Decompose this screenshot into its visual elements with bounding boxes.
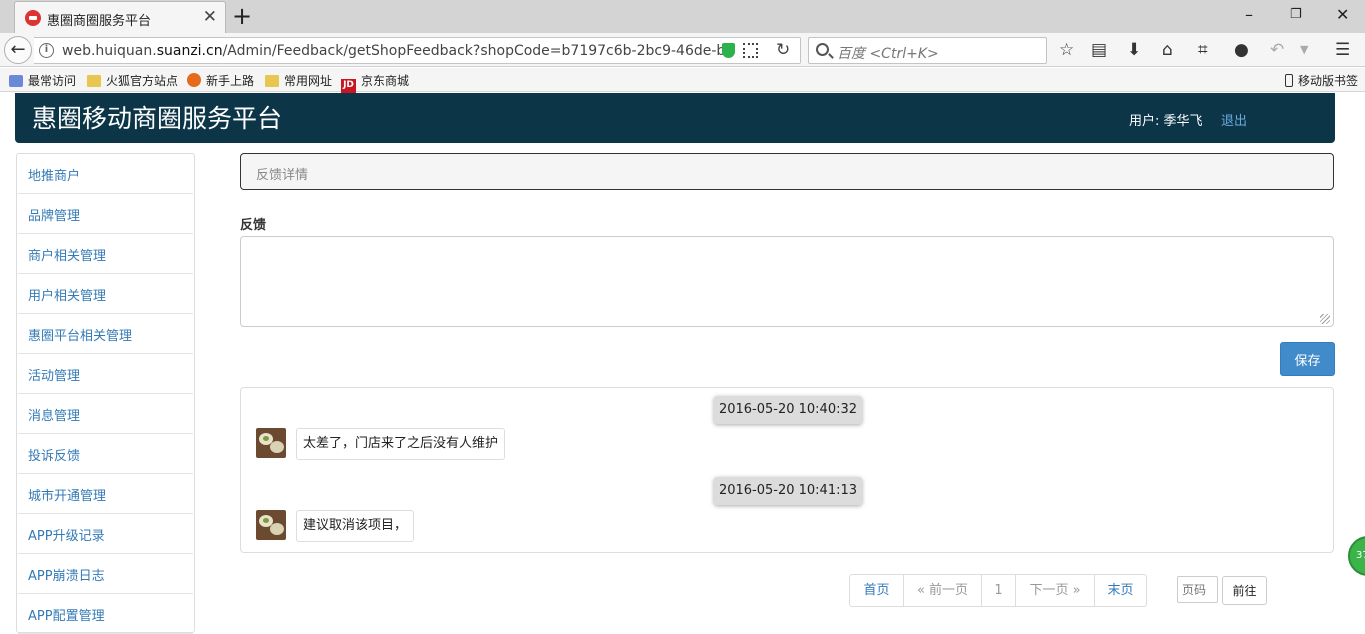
- site-title: 惠圈移动商圈服务平台: [32, 104, 283, 133]
- bookmark-star-icon[interactable]: ☆: [1059, 39, 1074, 61]
- site-favicon-icon: [25, 10, 41, 26]
- feedback-label: 反馈: [240, 218, 267, 233]
- site-header: 惠圈移动商圈服务平台 用户: 季华飞 退出: [15, 93, 1335, 143]
- first-page-link[interactable]: 首页: [850, 575, 903, 606]
- firefox-icon: [187, 73, 201, 87]
- close-tab-icon[interactable]: ✕: [203, 8, 217, 26]
- back-button[interactable]: ←: [4, 36, 32, 64]
- bookmark-label: 移动版书签: [1298, 74, 1359, 88]
- close-window-icon[interactable]: ✕: [1336, 3, 1349, 27]
- feedback-message-list: 2016-05-20 10:40:32 太差了，门店来了之后没有人维护 2016…: [240, 387, 1334, 553]
- bookmark-label: 最常访问: [28, 74, 77, 88]
- resize-handle-icon[interactable]: [1320, 314, 1330, 324]
- sidebar-nav: 地推商户 品牌管理 商户相关管理 用户相关管理 惠圈平台相关管理 活动管理 消息…: [16, 153, 195, 634]
- undo-icon[interactable]: ↶: [1270, 39, 1284, 61]
- message-bubble: 建议取消该项目，: [296, 510, 415, 542]
- current-user-label: 用户: 季华飞: [1129, 114, 1203, 129]
- last-page-link[interactable]: 末页: [1094, 575, 1146, 606]
- chevron-down-icon[interactable]: ▼: [1300, 39, 1308, 61]
- search-placeholder: 百度 <Ctrl+K>: [837, 46, 939, 62]
- go-to-page-button[interactable]: 前往: [1222, 576, 1267, 605]
- bookmarks-bar: 最常访问 火狐官方站点 新手上路 常用网址 JD 京东商城 移动版书签: [0, 68, 1365, 93]
- bookmark-label: 火狐官方站点: [106, 74, 179, 88]
- page-number-input[interactable]: [1177, 576, 1218, 603]
- bookmark-label: 京东商城: [361, 74, 410, 88]
- sidebar-item-brands[interactable]: 品牌管理: [18, 194, 193, 234]
- message-bubble: 太差了，门店来了之后没有人维护: [296, 428, 506, 460]
- sidebar-item-complaints[interactable]: 投诉反馈: [18, 434, 193, 474]
- feedback-textarea[interactable]: [240, 236, 1334, 327]
- site-info-icon[interactable]: i: [39, 43, 54, 58]
- pagination: 首页 « 前一页 1 下一页 » 末页: [849, 574, 1147, 607]
- bookmark-label: 新手上路: [206, 74, 255, 88]
- sidebar-item-merchant-management[interactable]: 商户相关管理: [18, 234, 193, 274]
- folder-icon: [265, 75, 279, 87]
- download-icon[interactable]: ⬇: [1127, 39, 1141, 61]
- address-bar[interactable]: i web.huiquan.suanzi.cn/Admin/Feedback/g…: [34, 37, 801, 64]
- current-page[interactable]: 1: [981, 575, 1015, 606]
- tab-title: 惠圈商圈服务平台: [47, 14, 152, 29]
- browser-tab[interactable]: 惠圈商圈服务平台 ✕: [14, 1, 226, 33]
- browser-toolbar: i web.huiquan.suanzi.cn/Admin/Feedback/g…: [0, 33, 1365, 67]
- home-icon[interactable]: ⌂: [1162, 39, 1173, 61]
- folder-icon: [87, 75, 101, 87]
- browser-tab-strip: 惠圈商圈服务平台 ✕ + – ❐ ✕: [0, 0, 1365, 33]
- sidebar-item-messages[interactable]: 消息管理: [18, 394, 193, 434]
- mobile-bookmarks[interactable]: 移动版书签: [1285, 72, 1358, 89]
- security-shield-icon[interactable]: [722, 43, 735, 58]
- user-avatar: [256, 510, 286, 540]
- jd-logo-icon: JD: [341, 79, 356, 93]
- sidebar-item-field-merchants[interactable]: 地推商户: [18, 154, 193, 194]
- sidebar-item-activities[interactable]: 活动管理: [18, 354, 193, 394]
- most-visited-icon: [9, 75, 23, 87]
- bookmark-common-sites[interactable]: 常用网址: [265, 72, 332, 89]
- prev-page-link[interactable]: « 前一页: [903, 575, 981, 606]
- new-tab-icon[interactable]: +: [232, 3, 252, 29]
- bookmark-jd[interactable]: JD 京东商城: [341, 72, 409, 93]
- user-avatar: [256, 428, 286, 458]
- sidebar-item-city-management[interactable]: 城市开通管理: [18, 474, 193, 514]
- restore-window-icon[interactable]: ❐: [1290, 3, 1302, 27]
- logout-link[interactable]: 退出: [1221, 110, 1247, 129]
- search-icon: [816, 43, 829, 56]
- bookmark-firefox-site[interactable]: 火狐官方站点: [87, 72, 178, 89]
- sidebar-item-platform-management[interactable]: 惠圈平台相关管理: [18, 314, 193, 354]
- sidebar-item-app-config[interactable]: APP配置管理: [18, 594, 193, 634]
- sidebar-item-user-management[interactable]: 用户相关管理: [18, 274, 193, 314]
- chat-icon[interactable]: ●: [1234, 39, 1249, 61]
- reload-icon[interactable]: ↻: [776, 40, 790, 60]
- reading-list-icon[interactable]: ▤: [1091, 39, 1107, 61]
- sidebar-item-app-upgrades[interactable]: APP升级记录: [18, 514, 193, 554]
- feedback-detail-heading: 反馈详情: [240, 153, 1334, 190]
- bookmark-label: 常用网址: [284, 74, 333, 88]
- search-box[interactable]: 百度 <Ctrl+K>: [808, 37, 1047, 64]
- screenshot-icon[interactable]: ⌗: [1198, 39, 1208, 61]
- save-button[interactable]: 保存: [1280, 342, 1335, 376]
- bookmark-getting-started[interactable]: 新手上路: [187, 72, 254, 89]
- url-domain: suanzi.cn: [156, 43, 223, 59]
- qr-code-icon[interactable]: [743, 43, 758, 58]
- message-timestamp: 2016-05-20 10:40:32: [714, 396, 862, 424]
- minimize-window-icon[interactable]: –: [1245, 3, 1253, 27]
- menu-icon[interactable]: ☰: [1335, 39, 1350, 61]
- next-page-link[interactable]: 下一页 »: [1015, 575, 1094, 606]
- mobile-device-icon: [1285, 74, 1293, 87]
- bookmark-most-visited[interactable]: 最常访问: [9, 72, 76, 89]
- floating-badge[interactable]: 37: [1348, 536, 1365, 576]
- url-text[interactable]: web.huiquan.suanzi.cn/Admin/Feedback/get…: [62, 43, 730, 59]
- url-path: /Admin/Feedback/getShopFeedback?shopCode…: [222, 43, 726, 59]
- message-timestamp: 2016-05-20 10:41:13: [714, 477, 862, 505]
- url-prefix: web.huiquan.: [62, 43, 157, 59]
- sidebar-item-app-crash-logs[interactable]: APP崩溃日志: [18, 554, 193, 594]
